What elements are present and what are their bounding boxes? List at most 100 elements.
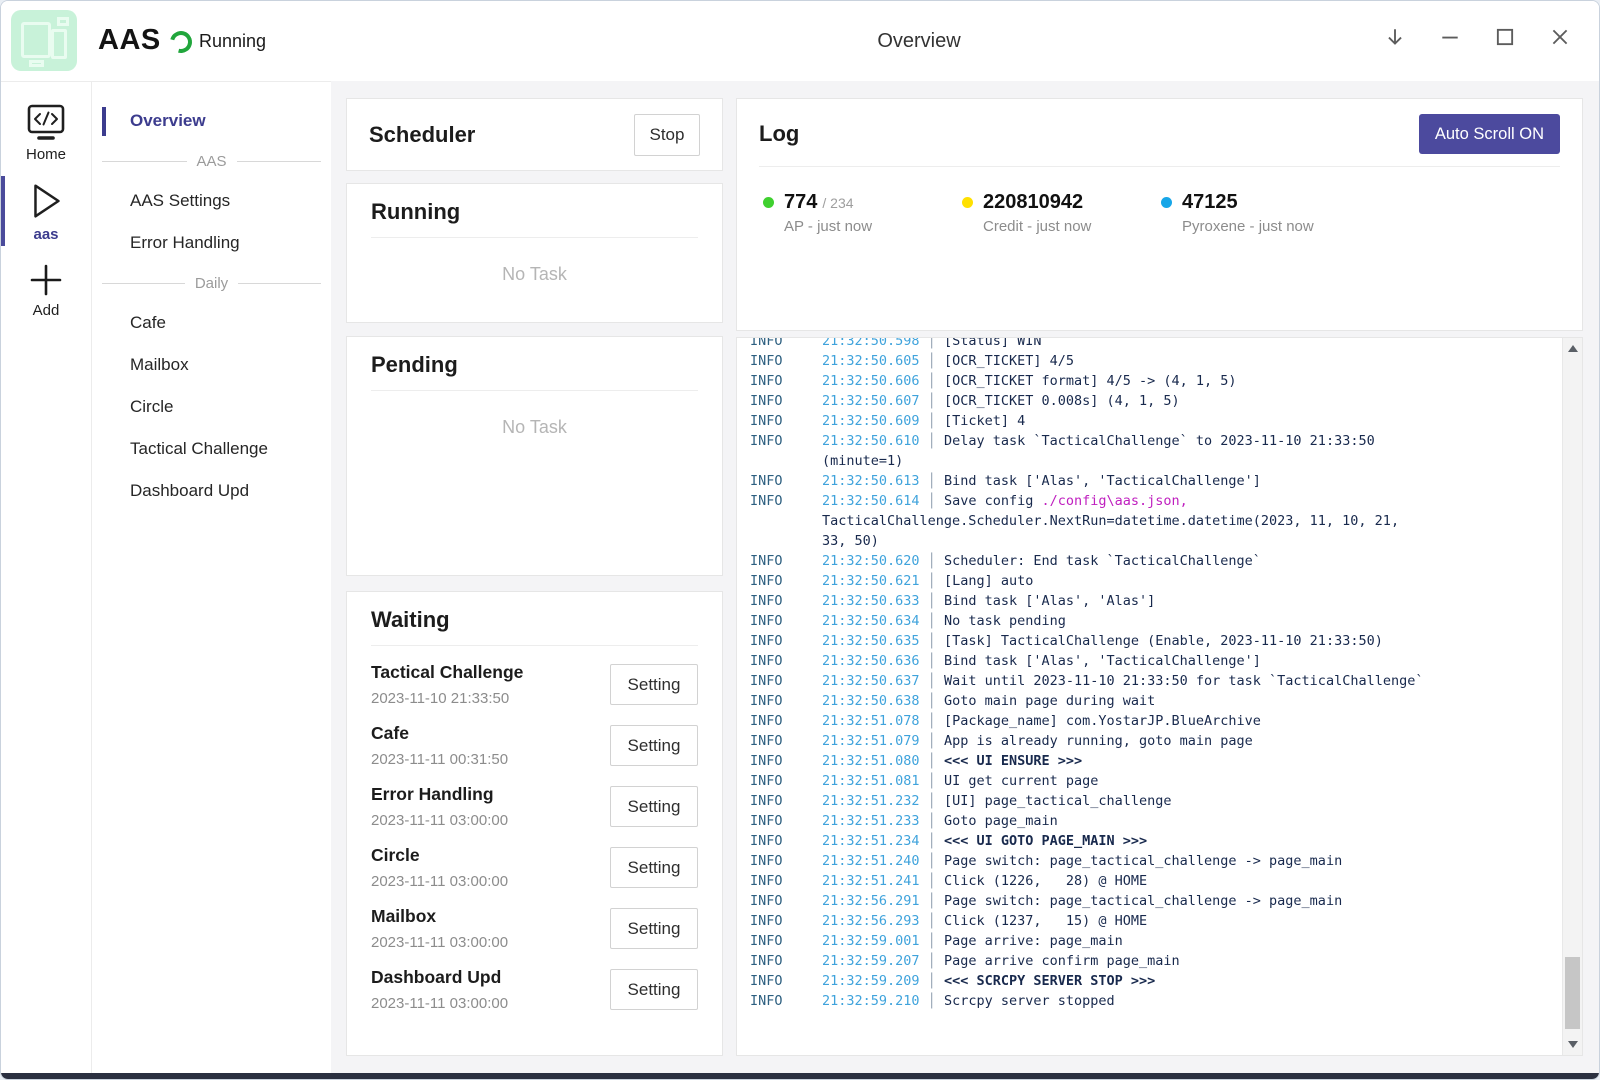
log-line: INFO21:32:59.209 │ <<< SCRCPY SERVER STO… xyxy=(750,971,1550,991)
auto-scroll-toggle-button[interactable]: Auto Scroll ON xyxy=(1419,114,1560,154)
log-line: INFO21:32:59.210 │ Scrcpy server stopped xyxy=(750,991,1550,1011)
log-line: INFO21:32:50.638 │ Goto main page during… xyxy=(750,691,1550,711)
code-monitor-icon xyxy=(25,103,67,143)
sidebar-section-divider: Daily xyxy=(92,264,331,302)
titlebar: AAS Running Overview xyxy=(1,1,1599,81)
scheduler-status-text: Running xyxy=(199,31,266,52)
sidebar-section-label: AAS xyxy=(197,153,227,170)
sidebar-item-error-handling[interactable]: Error Handling xyxy=(92,222,331,264)
task-name: Tactical Challenge xyxy=(371,662,523,683)
waiting-task-list: Tactical Challenge2023-11-10 21:33:50Set… xyxy=(371,654,698,1020)
log-line: INFO21:32:51.080 │ <<< UI ENSURE >>> xyxy=(750,751,1550,771)
waiting-task-row: Mailbox 2023-11-11 03:00:00 Setting xyxy=(371,898,698,959)
sidebar-menu: Overview AAS AAS SettingsError Handling Dai… xyxy=(91,81,331,1075)
log-line: INFO21:32:50.621 │ [Lang] auto xyxy=(750,571,1550,591)
task-name: Circle xyxy=(371,845,508,866)
sidebar-item-cafe[interactable]: Cafe xyxy=(92,302,331,344)
waiting-task-row: Circle 2023-11-11 03:00:00 Setting xyxy=(371,837,698,898)
task-setting-button[interactable]: Setting xyxy=(610,725,698,766)
log-line: INFO21:32:59.207 │ Page arrive confirm p… xyxy=(750,951,1550,971)
sidebar-item-tactical-challenge[interactable]: Tactical Challenge xyxy=(92,428,331,470)
sidebar-section-label: Daily xyxy=(195,275,228,292)
stat-label: AP - just now xyxy=(763,218,962,235)
log-card: Log Auto Scroll ON 774/ 234AP - just now… xyxy=(736,98,1583,331)
rail-item-add[interactable]: Add xyxy=(1,261,91,319)
scrollbar-thumb[interactable] xyxy=(1565,957,1580,1029)
divider xyxy=(371,645,698,646)
log-line: INFO21:32:50.605 │ [OCR_TICKET] 4/5 xyxy=(750,351,1550,371)
divider xyxy=(371,237,698,238)
dashboard-stats: 774 / 234 AP - just now220810942Credit - j… xyxy=(759,191,1560,235)
log-line: INFO21:32:51.232 │ [UI] page_tactical_ch… xyxy=(750,791,1550,811)
stat-dot-icon xyxy=(763,197,774,208)
task-setting-button[interactable]: Setting xyxy=(610,664,698,705)
scroll-down-arrow-icon[interactable] xyxy=(1568,1041,1578,1048)
log-line: INFO21:32:50.607 │ [OCR_TICKET 0.008s] (… xyxy=(750,391,1550,411)
log-line: INFO21:32:50.634 │ No task pending xyxy=(750,611,1550,631)
sidebar-item-mailbox[interactable]: Mailbox xyxy=(92,344,331,386)
log-line: INFO21:32:50.620 │ Scheduler: End task `… xyxy=(750,551,1550,571)
scheduler-card: Scheduler Stop xyxy=(346,98,723,171)
waiting-task-row: Cafe2023-11-11 00:31:50Setting xyxy=(371,715,698,776)
log-line: INFO21:32:51.240 │ Page switch: page_tac… xyxy=(750,851,1550,871)
download-update-button[interactable] xyxy=(1367,13,1422,61)
rail-item-home[interactable]: Home xyxy=(1,103,91,163)
log-line: INFO21:32:59.001 │ Page arrive: page_mai… xyxy=(750,931,1550,951)
stat-value: 47125 xyxy=(1182,191,1238,214)
waiting-title: Waiting xyxy=(371,607,698,633)
minimize-button[interactable] xyxy=(1422,13,1477,61)
log-line: INFO21:32:50.613 │ Bind task ['Alas', 'T… xyxy=(750,471,1550,491)
running-card: Running No Task xyxy=(346,183,723,323)
waiting-card: Waiting Tactical Challenge2023-11-10 21:… xyxy=(346,591,723,1056)
icon-rail: Home aas Add xyxy=(1,81,91,1075)
dashboard-stat: 220810942Credit - just now xyxy=(962,191,1161,235)
window-bottom-edge xyxy=(1,1073,1599,1079)
app-logo-icon xyxy=(11,10,77,71)
maximize-icon xyxy=(1494,26,1516,48)
active-rail-indicator xyxy=(1,176,5,246)
task-setting-button[interactable]: Setting xyxy=(610,786,698,827)
pending-title: Pending xyxy=(371,352,698,378)
rail-item-aas[interactable]: aas xyxy=(1,179,91,243)
close-icon xyxy=(1549,26,1571,48)
log-output-panel: INFO21:32:50.598 │ [Status] WININFO21:32… xyxy=(736,337,1583,1056)
active-indicator xyxy=(102,107,106,136)
log-line: INFO21:32:51.079 │ App is already runnin… xyxy=(750,731,1550,751)
running-title: Running xyxy=(371,199,698,225)
close-button[interactable] xyxy=(1532,13,1587,61)
task-next-run-time: 2023-11-11 03:00:00 xyxy=(371,873,508,890)
task-setting-button[interactable]: Setting xyxy=(610,969,698,1010)
maximize-button[interactable] xyxy=(1477,13,1532,61)
sidebar-item-overview[interactable]: Overview xyxy=(92,100,331,142)
scroll-up-arrow-icon[interactable] xyxy=(1568,345,1578,352)
scheduler-title: Scheduler xyxy=(369,122,475,148)
task-next-run-time: 2023-11-11 03:00:00 xyxy=(371,934,508,951)
task-setting-button[interactable]: Setting xyxy=(610,847,698,888)
plus-icon xyxy=(27,261,65,299)
page-title: Overview xyxy=(877,30,960,53)
log-line: INFO21:32:50.606 │ [OCR_TICKET format] 4… xyxy=(750,371,1550,391)
task-name: Mailbox xyxy=(371,906,508,927)
sidebar-item-aas-settings[interactable]: AAS Settings xyxy=(92,180,331,222)
task-name: Cafe xyxy=(371,723,508,744)
sidebar-item-circle[interactable]: Circle xyxy=(92,386,331,428)
divider xyxy=(371,390,698,391)
stat-dot-icon xyxy=(1161,197,1172,208)
scheduler-stop-button[interactable]: Stop xyxy=(634,114,700,156)
window-controls xyxy=(1367,1,1587,73)
log-scrollbar[interactable] xyxy=(1562,338,1582,1055)
task-setting-button[interactable]: Setting xyxy=(610,908,698,949)
stat-suffix: / 234 xyxy=(822,195,853,211)
task-name: Dashboard Upd xyxy=(371,967,508,988)
stat-value: 774 xyxy=(784,191,817,214)
pending-card: Pending No Task xyxy=(346,336,723,576)
task-next-run-time: 2023-11-11 03:00:00 xyxy=(371,995,508,1012)
play-icon xyxy=(26,179,66,223)
log-line: INFO21:32:51.234 │ <<< UI GOTO PAGE_MAIN… xyxy=(750,831,1550,851)
log-line: INFO21:32:51.241 │ Click (1226, 28) @ HO… xyxy=(750,871,1550,891)
log-line: INFO21:32:50.598 │ [Status] WIN xyxy=(750,337,1550,351)
log-line: INFO21:32:50.636 │ Bind task ['Alas', 'T… xyxy=(750,651,1550,671)
stat-value: 220810942 xyxy=(983,191,1083,214)
sidebar-section-divider: AAS xyxy=(92,142,331,180)
sidebar-item-dashboard-upd[interactable]: Dashboard Upd xyxy=(92,470,331,512)
